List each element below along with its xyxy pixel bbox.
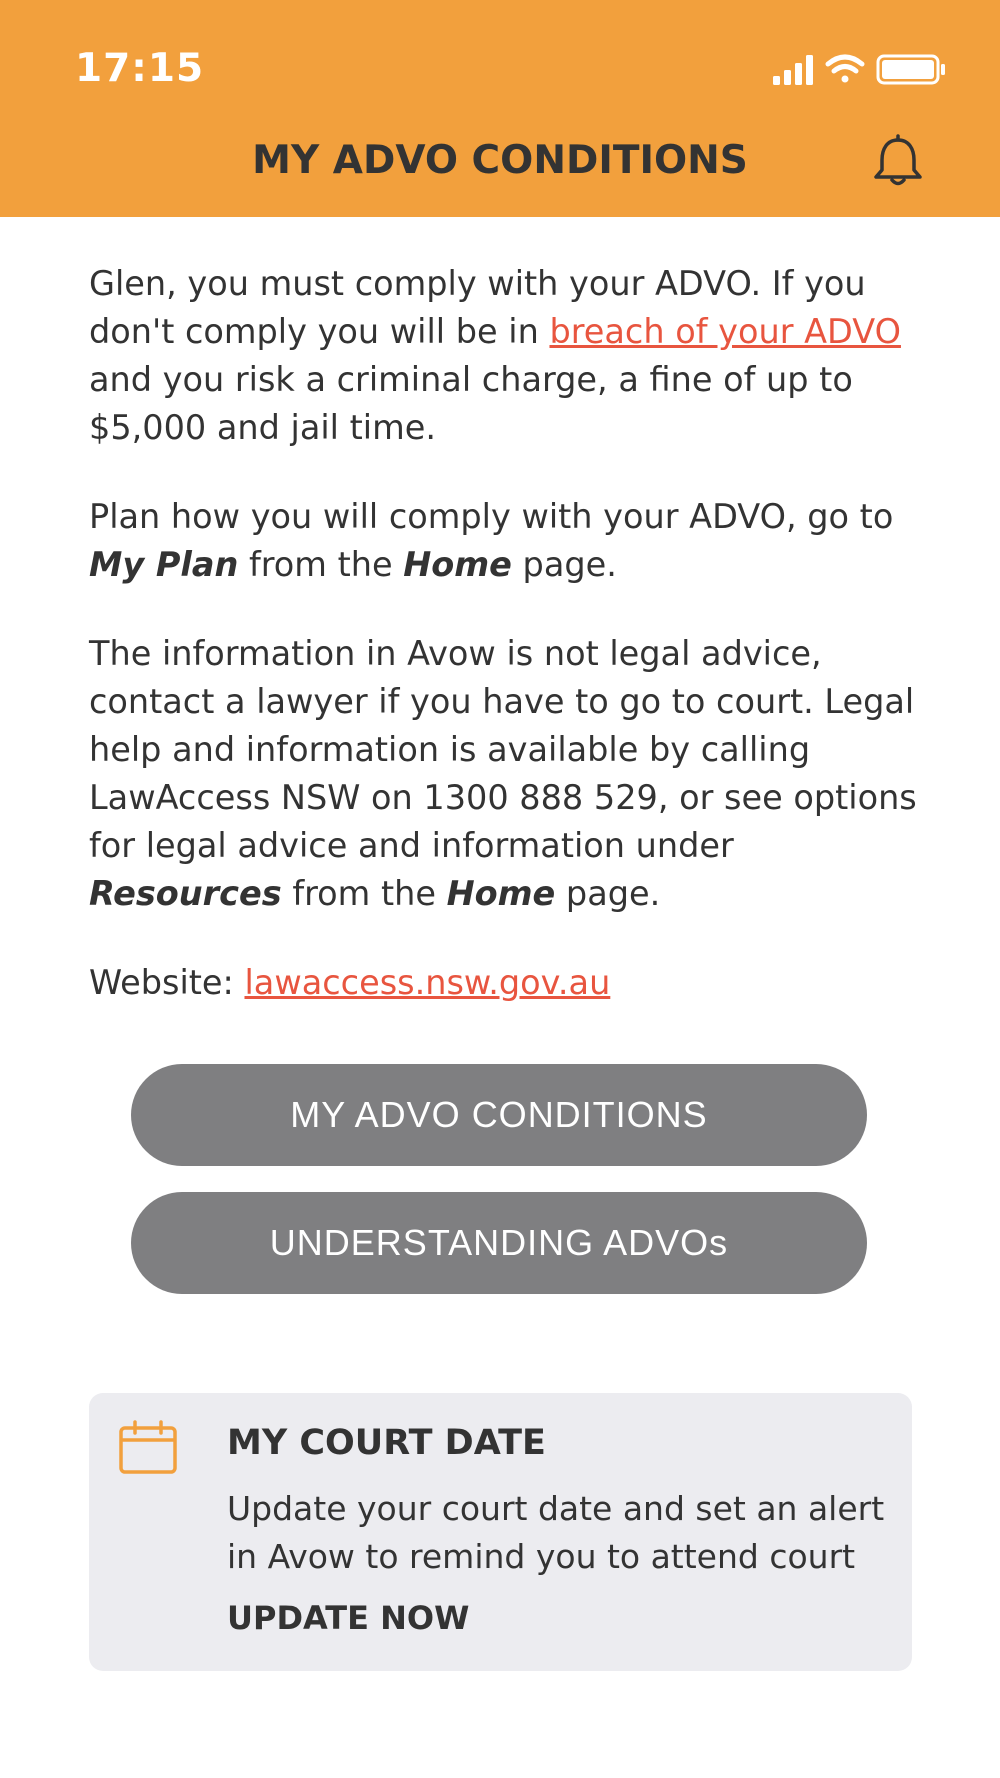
website-label: Website: — [89, 963, 245, 1002]
status-icons — [773, 52, 948, 90]
info-content: Glen, you must comply with your ADVO. If… — [89, 260, 929, 1048]
court-date-card[interactable]: MY COURT DATE Update your court date and… — [89, 1393, 912, 1671]
understanding-advos-button[interactable]: UNDERSTANDING ADVOs — [131, 1192, 867, 1294]
breach-link[interactable]: breach of your ADVO — [549, 312, 900, 351]
signal-icon — [773, 55, 813, 85]
website-link[interactable]: lawaccess.nsw.gov.au — [244, 963, 610, 1002]
text-segment: from the — [281, 874, 447, 913]
court-date-description: Update your court date and set an alert … — [227, 1489, 885, 1576]
status-time: 17:15 — [75, 46, 205, 91]
battery-icon — [876, 54, 945, 85]
home-emphasis: Home — [446, 874, 556, 913]
website-line: Website: lawaccess.nsw.gov.au — [89, 959, 929, 1007]
calendar-icon — [119, 1420, 177, 1474]
compliance-paragraph: Glen, you must comply with your ADVO. If… — [89, 260, 929, 452]
text-segment: Plan how you will comply with your ADVO,… — [89, 497, 894, 536]
plan-paragraph: Plan how you will comply with your ADVO,… — [89, 493, 929, 589]
my-plan-emphasis: My Plan — [89, 545, 239, 584]
notifications-button[interactable] — [870, 134, 926, 190]
text-segment: and you risk a criminal charge, a fine o… — [89, 360, 853, 447]
page-title: MY ADVO CONDITIONS — [252, 138, 748, 183]
text-segment: from the — [238, 545, 404, 584]
text-segment: page. — [511, 545, 617, 584]
bell-icon — [874, 134, 922, 186]
text-segment: page. — [555, 874, 661, 913]
resources-emphasis: Resources — [89, 874, 282, 913]
update-now-link[interactable]: UPDATE NOW — [227, 1599, 469, 1637]
court-date-title: MY COURT DATE — [227, 1423, 546, 1463]
wifi-icon — [825, 54, 865, 83]
home-emphasis: Home — [403, 545, 512, 584]
app-header: 17:15 MY ADVO CONDITIONS — [0, 0, 1000, 217]
my-advo-conditions-button[interactable]: MY ADVO CONDITIONS — [131, 1064, 867, 1166]
text-segment: The information in Avow is not legal adv… — [89, 634, 917, 865]
legal-advice-paragraph: The information in Avow is not legal adv… — [89, 630, 929, 918]
